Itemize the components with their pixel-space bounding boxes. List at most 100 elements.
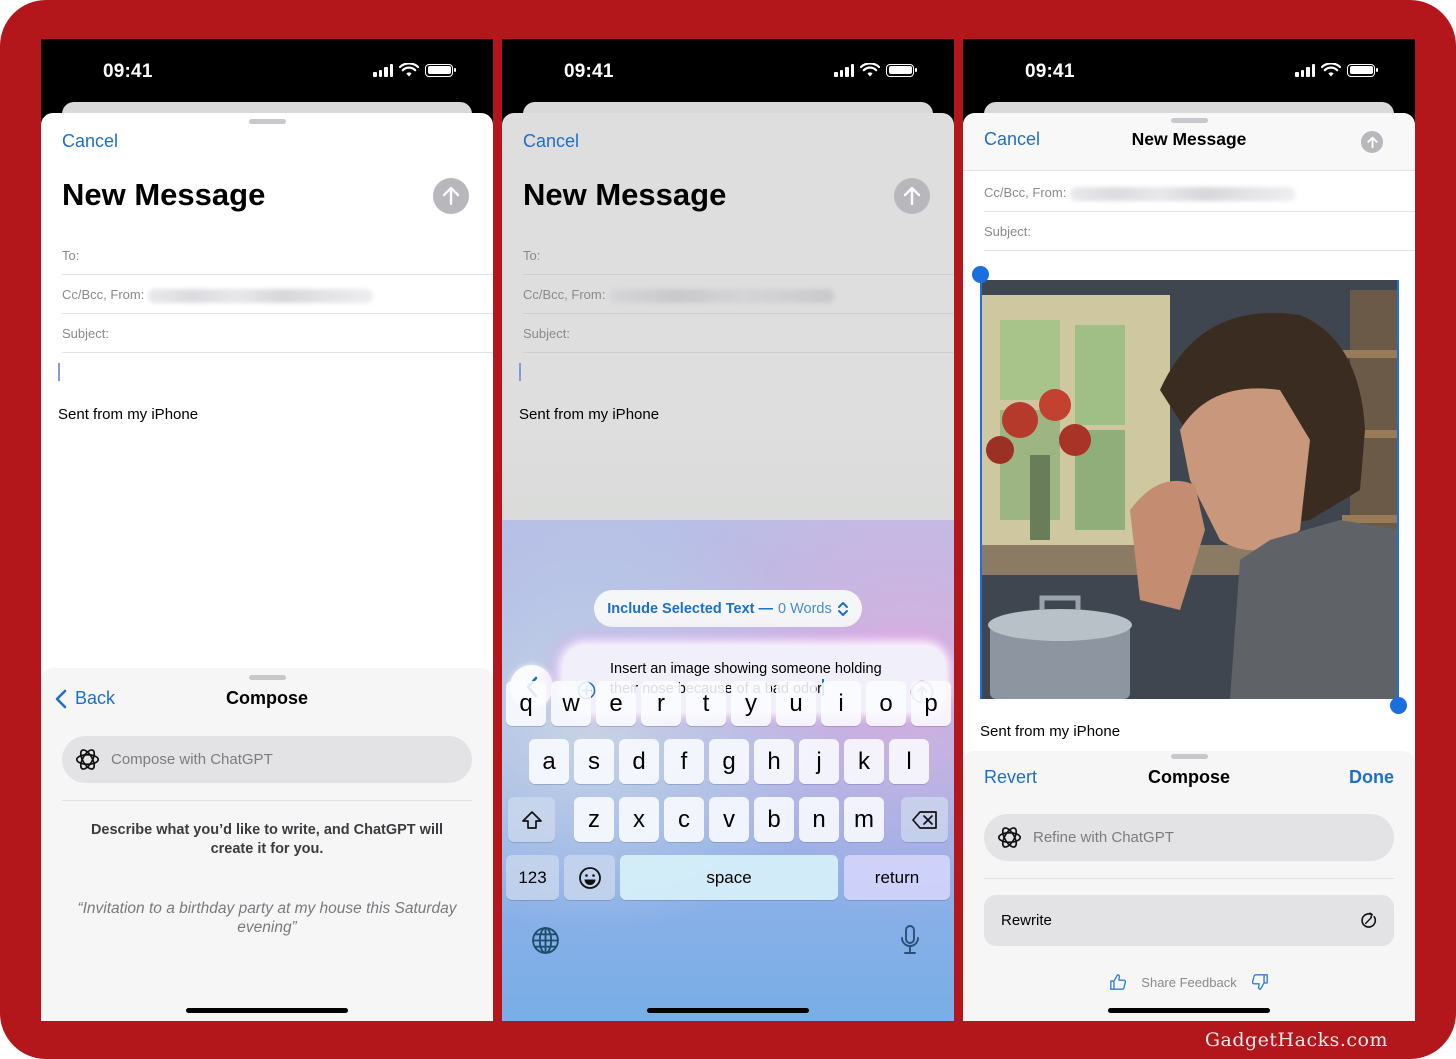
cellular-signal-icon <box>1295 63 1315 77</box>
key-x[interactable]: x <box>619 797 659 842</box>
key-g[interactable]: g <box>709 739 749 784</box>
chatgpt-logo-icon <box>997 827 1022 848</box>
text-cursor <box>58 363 60 381</box>
home-indicator[interactable] <box>647 1008 809 1013</box>
revert-button[interactable]: Revert <box>984 767 1037 788</box>
key-z[interactable]: z <box>574 797 614 842</box>
status-bar: 09:41 <box>41 39 493 103</box>
mail-nav-bar: New Message Cancel <box>963 113 1415 171</box>
key-s[interactable]: s <box>574 739 614 784</box>
chevron-left-icon <box>55 689 67 708</box>
cc-from-field[interactable]: Cc/Bcc, From: <box>523 275 954 314</box>
backspace-icon <box>911 810 937 829</box>
arrow-up-icon <box>442 186 460 206</box>
chevron-up-down-icon <box>837 601 848 616</box>
key-p[interactable]: p <box>911 681 951 726</box>
status-time: 09:41 <box>1025 61 1075 82</box>
cc-from-field[interactable]: Cc/Bcc, From: <box>62 275 493 314</box>
done-button[interactable]: Done <box>1349 767 1394 788</box>
compose-chatgpt-input[interactable]: Compose with ChatGPT <box>62 736 472 783</box>
redacted-email <box>609 288 835 303</box>
sheet-grabber[interactable] <box>249 119 286 124</box>
cc-from-field[interactable]: Cc/Bcc, From: <box>984 173 1415 212</box>
key-u[interactable]: u <box>776 681 816 726</box>
home-indicator[interactable] <box>1108 1008 1270 1013</box>
subject-field[interactable]: Subject: <box>523 314 954 353</box>
rewrite-button[interactable]: Rewrite <box>984 895 1394 946</box>
key-m[interactable]: m <box>844 797 884 842</box>
space-key[interactable]: space <box>620 855 838 900</box>
generated-image[interactable] <box>980 280 1399 699</box>
include-selected-text-selector[interactable]: Include Selected Text — 0 Words <box>594 590 862 627</box>
key-r[interactable]: r <box>641 681 681 726</box>
selection-handle-end[interactable] <box>1390 697 1407 714</box>
mail-nav-row: New Message Cancel <box>963 129 1415 159</box>
key-k[interactable]: k <box>844 739 884 784</box>
microphone-icon[interactable] <box>900 924 920 956</box>
key-q[interactable]: q <box>506 681 546 726</box>
status-time: 09:41 <box>103 61 153 82</box>
key-b[interactable]: b <box>754 797 794 842</box>
redacted-email <box>148 288 374 303</box>
panel-grabber[interactable] <box>249 675 286 680</box>
battery-icon <box>1347 63 1378 77</box>
shift-key[interactable] <box>508 797 555 842</box>
return-key[interactable]: return <box>844 855 950 900</box>
send-button[interactable] <box>894 178 930 214</box>
refine-chatgpt-input[interactable]: Refine with ChatGPT <box>984 814 1394 861</box>
cancel-button[interactable]: Cancel <box>62 131 118 152</box>
key-o[interactable]: o <box>866 681 906 726</box>
email-signature[interactable]: Sent from my iPhone <box>980 723 1120 740</box>
subject-field[interactable]: Subject: <box>62 314 493 353</box>
key-f[interactable]: f <box>664 739 704 784</box>
text-cursor <box>519 363 521 381</box>
key-l[interactable]: l <box>889 739 929 784</box>
back-label: Back <box>75 688 116 708</box>
key-d[interactable]: d <box>619 739 659 784</box>
send-button[interactable] <box>433 178 469 214</box>
send-button[interactable] <box>1361 131 1383 153</box>
battery-icon <box>886 63 917 77</box>
compose-input-placeholder: Compose with ChatGPT <box>111 751 273 768</box>
key-t[interactable]: t <box>686 681 726 726</box>
key-c[interactable]: c <box>664 797 704 842</box>
thumbs-down-icon[interactable] <box>1251 973 1269 991</box>
key-a[interactable]: a <box>529 739 569 784</box>
phone-screen-prompt-entry: 09:41 Cancel New Message To: Cc/Bcc, Fro… <box>502 39 954 1021</box>
subject-field[interactable]: Subject: <box>984 212 1415 251</box>
key-w[interactable]: w <box>551 681 591 726</box>
key-i[interactable]: i <box>821 681 861 726</box>
to-field[interactable]: To: <box>523 236 954 275</box>
numbers-key[interactable]: 123 <box>506 855 559 900</box>
key-n[interactable]: n <box>799 797 839 842</box>
compose-nav: Compose Revert Done <box>963 767 1415 797</box>
include-label: Include Selected Text — <box>607 600 773 617</box>
delete-key[interactable] <box>901 797 948 842</box>
email-signature[interactable]: Sent from my iPhone <box>58 406 198 423</box>
back-button[interactable]: Back <box>55 688 115 709</box>
emoji-key[interactable] <box>564 855 615 900</box>
panel-grabber[interactable] <box>1171 754 1208 759</box>
home-indicator[interactable] <box>186 1008 348 1013</box>
sheet-grabber[interactable] <box>1171 118 1208 123</box>
selection-handle-start[interactable] <box>972 266 989 283</box>
key-y[interactable]: y <box>731 681 771 726</box>
arrow-up-icon <box>1366 136 1378 148</box>
to-field[interactable]: To: <box>62 236 493 275</box>
rewrite-refresh-icon <box>1361 912 1377 928</box>
thumbs-up-icon[interactable] <box>1109 973 1127 991</box>
rewrite-label: Rewrite <box>1001 912 1052 929</box>
cancel-button[interactable]: Cancel <box>523 131 579 152</box>
arrow-up-icon <box>903 186 921 206</box>
globe-icon[interactable] <box>531 926 560 955</box>
key-j[interactable]: j <box>799 739 839 784</box>
cancel-button[interactable]: Cancel <box>984 129 1040 150</box>
divider <box>62 800 472 801</box>
redacted-email <box>1070 186 1296 201</box>
mail-compose-sheet: New Message Cancel Cc/Bcc, From: Subject… <box>963 113 1415 1021</box>
key-e[interactable]: e <box>596 681 636 726</box>
key-h[interactable]: h <box>754 739 794 784</box>
key-v[interactable]: v <box>709 797 749 842</box>
to-label: To: <box>62 248 80 263</box>
chatgpt-logo-icon <box>75 749 100 770</box>
